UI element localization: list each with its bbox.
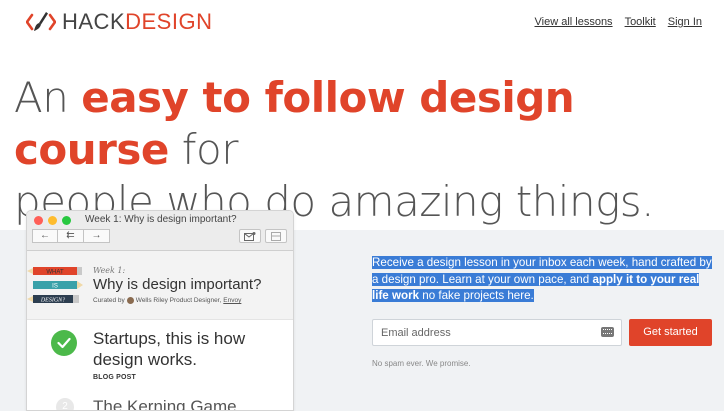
logo-wordmark: HACKDESIGN (62, 11, 212, 33)
curator-avatar (126, 297, 134, 304)
hero-highlight: easy to follow design course (14, 73, 575, 174)
hero-pre: An (14, 73, 82, 122)
curated-prefix: Curated by (93, 297, 125, 304)
pencil-label-what: WHAT (46, 270, 64, 276)
window-controls (34, 216, 71, 225)
archive-icon (265, 229, 287, 243)
logo-design-text: DESIGN (125, 9, 213, 34)
curator-name: Wells Riley Product Designer, (135, 297, 222, 304)
lesson-item-title: Startups, this is how design works. (93, 329, 246, 369)
logo-hack-text: HACK (62, 9, 126, 34)
curator-company-link: Envoy (223, 297, 242, 304)
lesson-preview-window: Week 1: Why is design important? ← ⇇ → W… (26, 210, 294, 411)
signup-pitch: Receive a design lesson in your inbox ea… (372, 255, 712, 305)
pitch-text: Receive a design lesson in your inbox ea… (372, 256, 712, 302)
hackdesign-logo[interactable]: HACKDESIGN (26, 10, 212, 34)
reply-all-icon: ⇇ (58, 229, 84, 243)
reply-icon: ← (32, 229, 58, 243)
minimize-dot-icon (48, 216, 57, 225)
pencil-label-design: DESIGN? (40, 298, 65, 304)
compose-icon (239, 229, 261, 243)
email-field-wrapper (372, 319, 622, 346)
nav-sign-in[interactable]: Sign In (668, 16, 702, 28)
lesson-item-title: The Kerning Game (93, 397, 237, 411)
mail-action-buttons (239, 229, 287, 243)
lesson-title: Why is design important? (93, 276, 262, 293)
lesson-item-type: BLOG POST (93, 374, 137, 381)
brush-logo-icon (26, 12, 56, 31)
week-label: Week 1: (93, 266, 126, 275)
checkmark-icon (51, 330, 77, 356)
curator-line: Curated by Wells Riley Product Designer,… (93, 297, 241, 304)
no-spam-note: No spam ever. We promise. (372, 359, 471, 368)
nav-toolkit[interactable]: Toolkit (625, 16, 656, 28)
hero-post: for (168, 125, 239, 174)
window-title: Week 1: Why is design important? (85, 214, 237, 225)
zoom-dot-icon (62, 216, 71, 225)
lesson-header: WHAT IS DESIGN? Week 1: Why is design im… (27, 251, 293, 320)
nav-view-all-lessons[interactable]: View all lessons (535, 16, 613, 28)
window-chrome: Week 1: Why is design important? ← ⇇ → (27, 211, 293, 251)
lesson-number-badge: 2 (56, 398, 74, 410)
forward-icon: → (84, 229, 110, 243)
email-field[interactable] (373, 320, 593, 345)
get-started-button[interactable]: Get started (629, 319, 712, 346)
pencils-illustration: WHAT IS DESIGN? (27, 267, 83, 304)
close-dot-icon (34, 216, 43, 225)
pitch-end: no fake projects here. (419, 289, 534, 302)
hero-headline: An easy to follow design course for peopl… (14, 72, 714, 228)
top-nav: View all lessons Toolkit Sign In (535, 16, 703, 28)
pencil-label-is: IS (52, 284, 58, 290)
mail-nav-buttons: ← ⇇ → (32, 229, 110, 243)
autofill-keyboard-icon[interactable] (601, 327, 614, 337)
